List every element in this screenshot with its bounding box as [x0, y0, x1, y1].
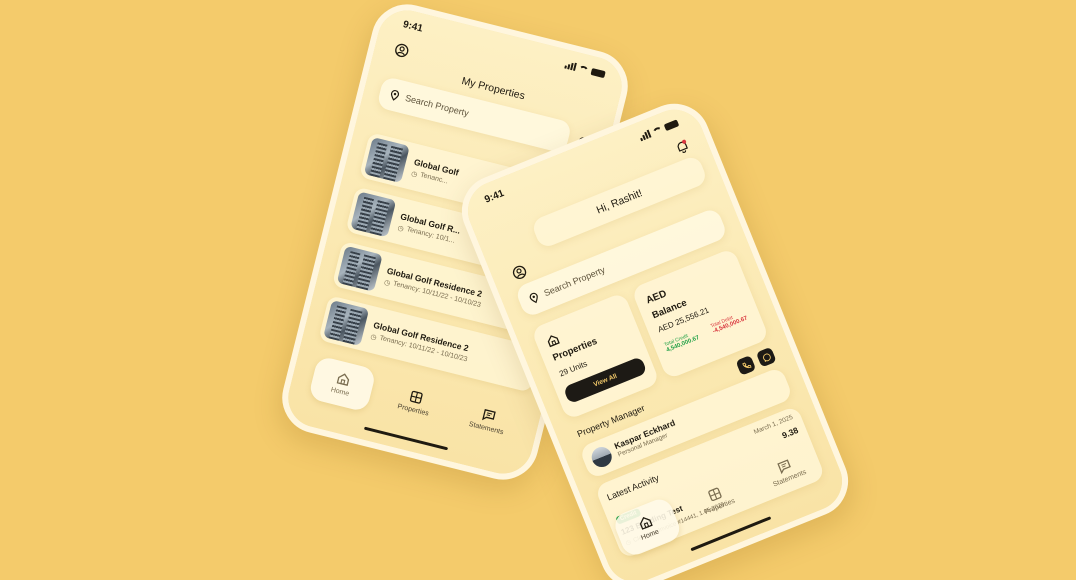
tab-statements[interactable]: Statements [454, 392, 523, 449]
search-placeholder: Search Property [542, 264, 607, 299]
clock-icon: ◷ [396, 224, 405, 233]
status-time: 9:41 [483, 187, 506, 206]
home-icon [335, 371, 352, 388]
message-icon [481, 407, 498, 424]
balance-currency: AED [644, 288, 669, 307]
avatar [588, 444, 615, 471]
screen: 9:41 Hi, Rashit! Search Property Propert… [458, 100, 852, 580]
search-placeholder: Search Property [404, 92, 470, 119]
property-image [323, 300, 370, 347]
property-image [336, 245, 383, 292]
home-icon [636, 513, 654, 531]
status-time: 9:41 [401, 19, 424, 35]
status-icons [564, 61, 606, 79]
tab-properties[interactable]: Properties [381, 373, 450, 430]
signal-icon [638, 129, 652, 142]
clock-icon: ◷ [410, 169, 419, 179]
grid-icon [706, 485, 724, 503]
battery-icon [590, 67, 606, 78]
activity-amount: 9.38 [780, 424, 800, 441]
properties-units: 29 Units [557, 359, 589, 379]
property-image [363, 137, 410, 184]
message-button[interactable] [755, 346, 777, 368]
grid-icon [408, 389, 425, 406]
profile-icon[interactable] [508, 261, 531, 284]
tab-label: Properties [396, 403, 430, 418]
clock-icon: ◷ [383, 278, 391, 287]
battery-icon [663, 118, 680, 131]
location-pin-icon [389, 89, 401, 102]
canvas: { "colors": { "background": "#f4cb6b", "… [0, 0, 1076, 580]
wifi-icon [577, 64, 590, 74]
call-button[interactable] [735, 354, 757, 376]
signal-icon [564, 61, 577, 71]
notification-bell-icon[interactable] [670, 135, 693, 158]
wifi-icon [651, 125, 664, 136]
whatsapp-icon [760, 351, 772, 363]
tab-label: Home [330, 386, 350, 398]
tab-home[interactable]: Home [307, 355, 377, 413]
message-icon [776, 457, 794, 475]
location-pin-icon [527, 291, 540, 305]
tab-label: Statements [772, 468, 808, 489]
clock-icon: ◷ [369, 333, 378, 342]
tab-label: Statements [468, 420, 505, 437]
phone-home-dashboard: 9:41 Hi, Rashit! Search Property Propert… [451, 92, 859, 580]
phone-icon [740, 360, 752, 372]
status-icons [638, 118, 680, 142]
property-image [350, 191, 397, 238]
tab-label: Properties [703, 497, 737, 517]
home-icon [544, 332, 561, 349]
